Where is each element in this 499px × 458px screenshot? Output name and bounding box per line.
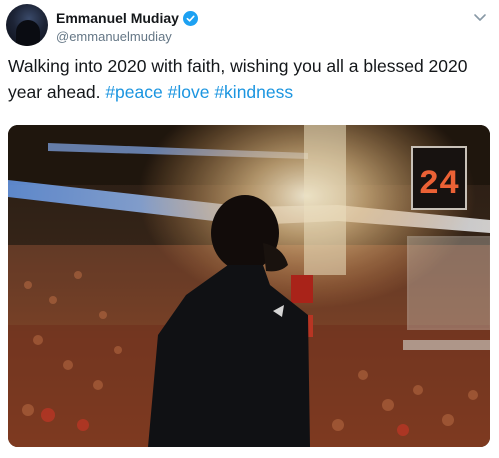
hashtag-kindness[interactable]: #kindness [214, 82, 293, 102]
display-name[interactable]: Emmanuel Mudiay [56, 10, 179, 26]
author-names: Emmanuel Mudiay @emmanuelmudiay [56, 9, 198, 44]
handle[interactable]: @emmanuelmudiay [56, 29, 198, 44]
chevron-down-icon[interactable] [473, 10, 487, 21]
verified-badge-icon [182, 10, 198, 26]
avatar[interactable] [6, 4, 48, 46]
hashtag-love[interactable]: #love [168, 82, 210, 102]
display-name-row: Emmanuel Mudiay [56, 9, 198, 27]
hashtag-peace[interactable]: #peace [105, 82, 162, 102]
arena-photo: 24 [8, 125, 490, 447]
tweet-text: Walking into 2020 with faith, wishing yo… [8, 53, 478, 105]
tweet-photo[interactable]: 24 [8, 125, 490, 447]
tweet-header: Emmanuel Mudiay @emmanuelmudiay [6, 4, 493, 48]
